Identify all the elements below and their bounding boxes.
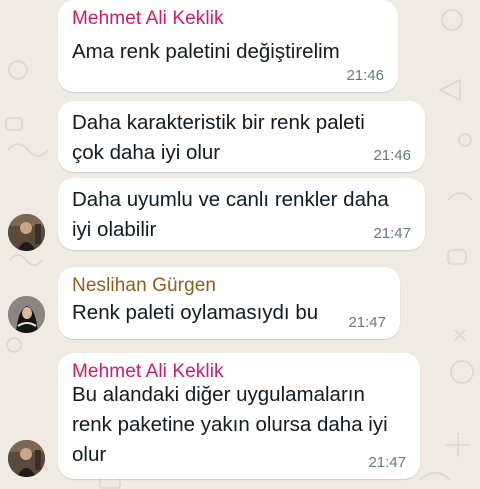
message-text-line-2: çok daha iyi olur — [72, 141, 221, 164]
message-bubble-4[interactable]: Neslihan Gürgen Renk paleti oylamasıydı … — [58, 267, 400, 339]
message-time-1: 21:46 — [346, 67, 384, 84]
message-time-4: 21:47 — [348, 314, 386, 331]
message-bubble-2[interactable]: Daha karakteristik bir renk paleti çok d… — [58, 101, 425, 172]
message-time-5: 21:47 — [368, 454, 406, 471]
woman-avatar-icon[interactable] — [8, 296, 45, 333]
message-text-line-1: Ama renk paletini değiştirelim — [72, 40, 340, 63]
message-text-line-1: Daha karakteristik bir renk paleti — [72, 111, 365, 134]
message-time-2: 21:46 — [373, 147, 411, 164]
message-bubble-5[interactable]: Mehmet Ali Keklik Bu alandaki diğer uygu… — [58, 353, 420, 479]
message-text-line-2: renk paketine yakın olursa daha iyi — [72, 413, 388, 436]
message-text-line-1: Bu alandaki diğer uygulamaların — [72, 383, 365, 406]
message-text-line-3: olur — [72, 443, 107, 466]
message-bubble-1[interactable]: Mehmet Ali Keklik Ama renk paletini deği… — [58, 0, 398, 92]
message-bubble-3[interactable]: Daha uyumlu ve canlı renkler daha iyi ol… — [58, 178, 425, 250]
sender-name-neslihan[interactable]: Neslihan Gürgen — [72, 275, 216, 297]
man-avatar-icon[interactable] — [8, 440, 45, 477]
message-time-3: 21:47 — [373, 225, 411, 242]
message-text-line-1: Daha uyumlu ve canlı renkler daha — [72, 188, 389, 211]
message-text-line-2: iyi olabilir — [72, 218, 157, 241]
man-avatar-icon[interactable] — [8, 214, 45, 251]
message-text-line-1: Renk paleti oylamasıydı bu — [72, 301, 319, 324]
sender-name-mehmet[interactable]: Mehmet Ali Keklik — [72, 8, 224, 30]
